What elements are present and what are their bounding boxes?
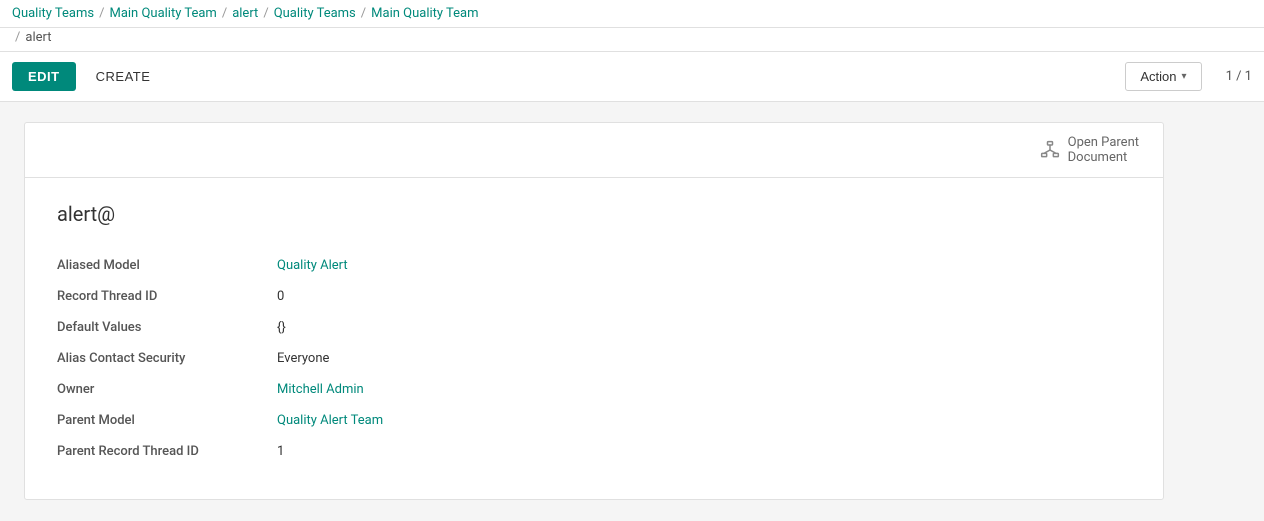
breadcrumb-sep-4: / [361, 6, 366, 21]
page-content: Open Parent Document alert@ Aliased Mode… [0, 102, 1264, 520]
breadcrumb-main-quality-team-2[interactable]: Main Quality Team [371, 6, 478, 21]
breadcrumb-main-quality-team[interactable]: Main Quality Team [109, 6, 216, 21]
action-button[interactable]: Action ▾ [1125, 62, 1201, 91]
breadcrumb-quality-teams-2[interactable]: Quality Teams [274, 6, 356, 21]
breadcrumb-sep-3: / [263, 6, 268, 21]
value-parent-record-thread-id: 1 [277, 436, 657, 467]
card-header: Open Parent Document [25, 123, 1163, 178]
fields-table: Aliased Model Quality Alert Record Threa… [57, 250, 657, 467]
record-title: alert@ [57, 202, 1131, 226]
breadcrumb-sub-bar: / alert [0, 28, 1264, 52]
breadcrumb-alert[interactable]: alert [232, 6, 258, 21]
card-body: alert@ Aliased Model Quality Alert Recor… [25, 178, 1163, 499]
value-default-values: {} [277, 312, 657, 343]
open-parent-label: Open Parent Document [1068, 135, 1139, 165]
label-default-values: Default Values [57, 312, 277, 343]
toolbar: EDIT CREATE Action ▾ 1 / 1 [0, 52, 1264, 102]
breadcrumb-sub-label: alert [25, 30, 51, 45]
action-label: Action [1140, 69, 1176, 84]
label-parent-record-thread-id: Parent Record Thread ID [57, 436, 277, 467]
action-dropdown-arrow: ▾ [1182, 71, 1187, 82]
pagination: 1 / 1 [1226, 69, 1252, 84]
create-button[interactable]: CREATE [84, 62, 163, 91]
value-parent-model[interactable]: Quality Alert Team [277, 405, 657, 436]
record-card: Open Parent Document alert@ Aliased Mode… [24, 122, 1164, 500]
label-record-thread-id: Record Thread ID [57, 281, 277, 312]
breadcrumb-sep-1: / [99, 6, 104, 21]
value-alias-contact-security: Everyone [277, 343, 657, 374]
breadcrumb-quality-teams-1[interactable]: Quality Teams [12, 6, 94, 21]
label-alias-contact-security: Alias Contact Security [57, 343, 277, 374]
value-record-thread-id: 0 [277, 281, 657, 312]
breadcrumb-sub-sep: / [15, 30, 20, 45]
open-parent-button[interactable]: Open Parent Document [1032, 131, 1147, 169]
label-owner: Owner [57, 374, 277, 405]
value-owner[interactable]: Mitchell Admin [277, 374, 657, 405]
label-aliased-model: Aliased Model [57, 250, 277, 281]
hierarchy-icon [1040, 140, 1060, 160]
breadcrumb-bar: Quality Teams / Main Quality Team / aler… [0, 0, 1264, 28]
edit-button[interactable]: EDIT [12, 62, 76, 91]
label-parent-model: Parent Model [57, 405, 277, 436]
value-aliased-model[interactable]: Quality Alert [277, 250, 657, 281]
breadcrumb-sep-2: / [222, 6, 227, 21]
